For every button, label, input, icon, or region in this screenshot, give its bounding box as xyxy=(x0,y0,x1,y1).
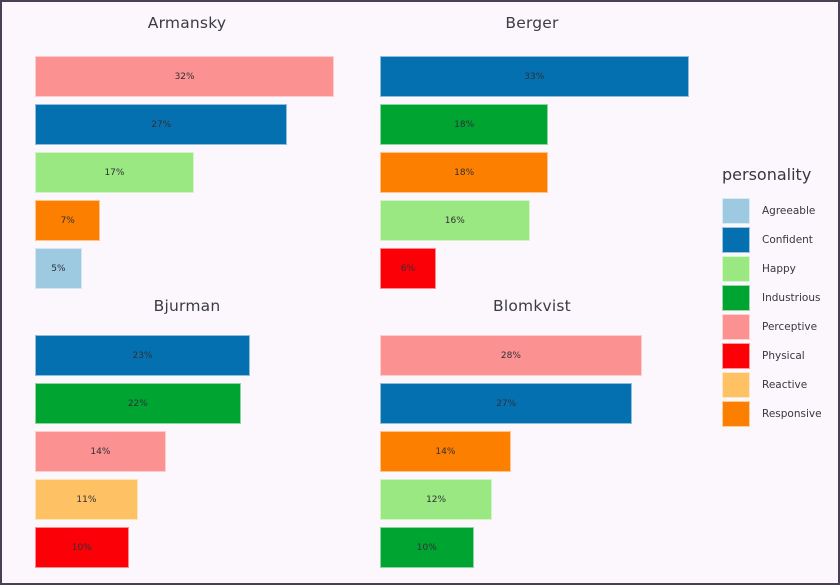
panel-title-armansky: Armansky xyxy=(147,14,227,32)
bar-responsive[interactable] xyxy=(380,431,511,472)
legend-swatch-icon xyxy=(722,372,750,398)
bar-row: 11% xyxy=(12,479,362,520)
bar-happy[interactable] xyxy=(380,479,493,520)
bar-row: 14% xyxy=(12,431,362,472)
bar-row: 18% xyxy=(357,104,707,145)
bar-confident[interactable] xyxy=(35,104,288,145)
bar-row: 6% xyxy=(357,248,707,289)
legend-swatch-icon xyxy=(722,256,750,282)
legend-item-label: Reactive xyxy=(762,379,808,391)
legend: personality Agreeable Confident Happy Indus… xyxy=(722,165,832,430)
bar-group-blomkvist: 28% 27% 14% 12% 10% xyxy=(357,335,707,575)
bar-happy[interactable] xyxy=(380,200,530,241)
facet-panel-blomkvist: Blomkvist 28% 27% 14% 12% 10% xyxy=(357,297,707,568)
bar-perceptive[interactable] xyxy=(380,335,642,376)
legend-swatch-icon xyxy=(722,343,750,369)
legend-swatch-icon xyxy=(722,401,750,427)
facet-panel-armansky: Armansky 32% 27% 17% 7% 5% xyxy=(12,14,362,289)
bar-physical[interactable] xyxy=(35,527,129,568)
legend-item-label: Responsive xyxy=(762,408,822,420)
legend-item-label: Happy xyxy=(762,263,796,275)
bar-row: 17% xyxy=(12,152,362,193)
bar-confident[interactable] xyxy=(380,56,689,97)
bar-physical[interactable] xyxy=(380,248,437,289)
bar-row: 28% xyxy=(357,335,707,376)
bar-responsive[interactable] xyxy=(380,152,549,193)
legend-item-label: Physical xyxy=(762,350,805,362)
bar-row: 22% xyxy=(12,383,362,424)
panel-title-blomkvist: Blomkvist xyxy=(493,297,571,315)
bar-industrious[interactable] xyxy=(380,527,474,568)
bar-industrious[interactable] xyxy=(35,383,241,424)
bar-row: 10% xyxy=(12,527,362,568)
bar-row: 5% xyxy=(12,248,362,289)
bar-row: 27% xyxy=(12,104,362,145)
bar-row: 14% xyxy=(357,431,707,472)
bar-confident[interactable] xyxy=(380,383,633,424)
bar-row: 27% xyxy=(357,383,707,424)
legend-item-label: Industrious xyxy=(762,292,821,304)
legend-item-label: Confident xyxy=(762,234,813,246)
legend-item-label: Agreeable xyxy=(762,205,816,217)
legend-title: personality xyxy=(722,165,812,184)
bar-row: 33% xyxy=(357,56,707,97)
bar-row: 10% xyxy=(357,527,707,568)
bar-industrious[interactable] xyxy=(380,104,549,145)
facet-panel-berger: Berger 33% 18% 18% 16% 6% xyxy=(357,14,707,289)
bar-perceptive[interactable] xyxy=(35,56,335,97)
bar-row: 18% xyxy=(357,152,707,193)
bar-group-berger: 33% 18% 18% 16% 6% xyxy=(357,56,707,296)
bar-confident[interactable] xyxy=(35,335,251,376)
bar-perceptive[interactable] xyxy=(35,431,166,472)
bar-row: 23% xyxy=(12,335,362,376)
legend-swatch-icon xyxy=(722,198,750,224)
chart-figure: Armansky 32% 27% 17% 7% 5% Berger 33% 18% 18% 1… xyxy=(0,0,840,585)
bar-row: 32% xyxy=(12,56,362,97)
legend-swatch-icon xyxy=(722,314,750,340)
panel-title-bjurman: Bjurman xyxy=(153,297,221,315)
bar-reactive[interactable] xyxy=(35,479,138,520)
facet-panel-bjurman: Bjurman 23% 22% 14% 11% 10% xyxy=(12,297,362,568)
bar-row: 7% xyxy=(12,200,362,241)
bar-responsive[interactable] xyxy=(35,200,101,241)
legend-item-label: Perceptive xyxy=(762,321,818,333)
bar-group-armansky: 32% 27% 17% 7% 5% xyxy=(12,56,362,296)
bar-row: 16% xyxy=(357,200,707,241)
panel-title-berger: Berger xyxy=(505,14,559,32)
legend-swatch-icon xyxy=(722,285,750,311)
legend-swatch-icon xyxy=(722,227,750,253)
bar-agreeable[interactable] xyxy=(35,248,82,289)
bar-group-bjurman: 23% 22% 14% 11% 10% xyxy=(12,335,362,575)
bar-happy[interactable] xyxy=(35,152,194,193)
bar-row: 12% xyxy=(357,479,707,520)
